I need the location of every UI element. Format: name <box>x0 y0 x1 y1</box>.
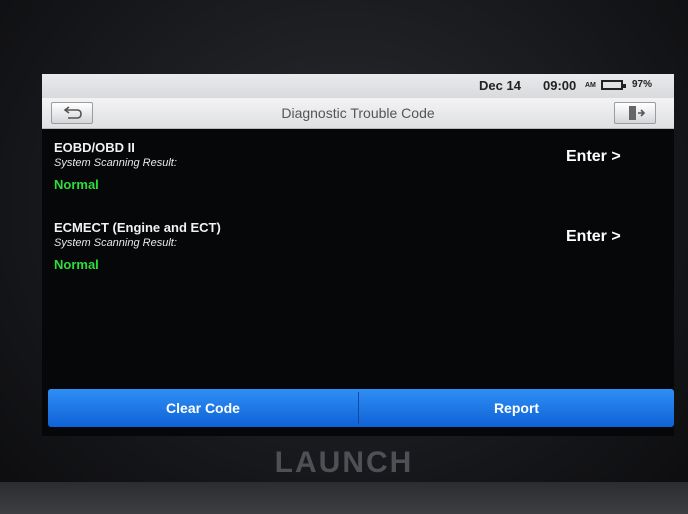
system-item-eobd[interactable]: EOBD/OBD II System Scanning Result: Norm… <box>42 140 674 210</box>
status-date: Dec 14 <box>479 78 521 93</box>
brand-logo: LAUNCH <box>274 446 414 479</box>
title-bar: Diagnostic Trouble Code <box>42 98 674 129</box>
system-name: ECMECT (Engine and ECT) <box>54 220 221 235</box>
status-ampm: AM <box>585 82 596 89</box>
exit-button[interactable] <box>614 102 656 124</box>
system-result: Normal <box>54 177 99 192</box>
enter-button-ecmect[interactable]: Enter > <box>566 228 621 246</box>
system-result: Normal <box>54 257 99 272</box>
exit-door-icon <box>629 106 646 120</box>
report-button[interactable]: Report <box>359 389 674 427</box>
status-bar: Dec 14 09:00 AM 97% <box>42 74 674 98</box>
system-subtitle: System Scanning Result: <box>54 157 177 169</box>
battery-icon <box>601 80 626 90</box>
system-name: EOBD/OBD II <box>54 140 135 155</box>
device-frame: Dec 14 09:00 AM 97% Diagnostic Trouble C… <box>0 0 688 514</box>
system-subtitle: System Scanning Result: <box>54 237 177 249</box>
enter-button-eobd[interactable]: Enter > <box>566 148 621 166</box>
tablet-screen: Dec 14 09:00 AM 97% Diagnostic Trouble C… <box>42 74 674 436</box>
system-item-ecmect[interactable]: ECMECT (Engine and ECT) System Scanning … <box>42 220 674 290</box>
clear-code-button[interactable]: Clear Code <box>48 389 358 427</box>
bezel-bottom <box>0 482 688 514</box>
page-title: Diagnostic Trouble Code <box>281 105 435 121</box>
action-bar: Clear Code Report <box>48 389 674 427</box>
status-battery-level: 97% <box>632 79 653 90</box>
status-time: 09:00 <box>543 78 577 93</box>
